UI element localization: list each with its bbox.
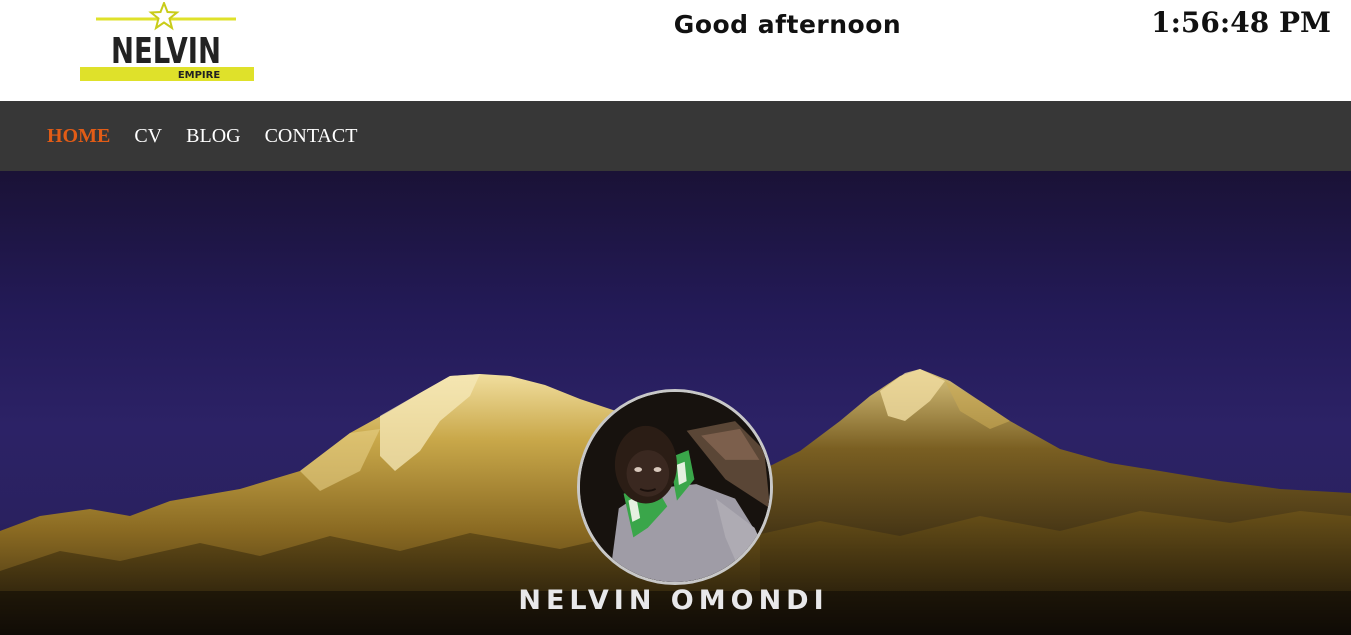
site-header: NELVIN EMPIRE Good afternoon 1:56:48 PM: [0, 0, 1351, 101]
nav-item-home[interactable]: HOME: [47, 126, 110, 146]
greeting-text: Good afternoon: [673, 10, 902, 39]
profile-avatar: [577, 389, 773, 585]
hero-banner: NELVIN OMONDI: [0, 171, 1351, 635]
hero-name-title: NELVIN OMONDI: [518, 585, 829, 616]
clock-display: 1:56:48 PM: [1151, 6, 1331, 39]
nav-item-contact[interactable]: CONTACT: [265, 126, 358, 146]
logo-sub-text: EMPIRE: [178, 70, 221, 81]
main-navbar: HOME CV BLOG CONTACT: [0, 101, 1351, 171]
nav-item-cv[interactable]: CV: [134, 126, 162, 146]
nav-item-blog[interactable]: BLOG: [186, 126, 240, 146]
nav-menu: HOME CV BLOG CONTACT: [47, 101, 381, 171]
profile-photo: [580, 392, 770, 582]
